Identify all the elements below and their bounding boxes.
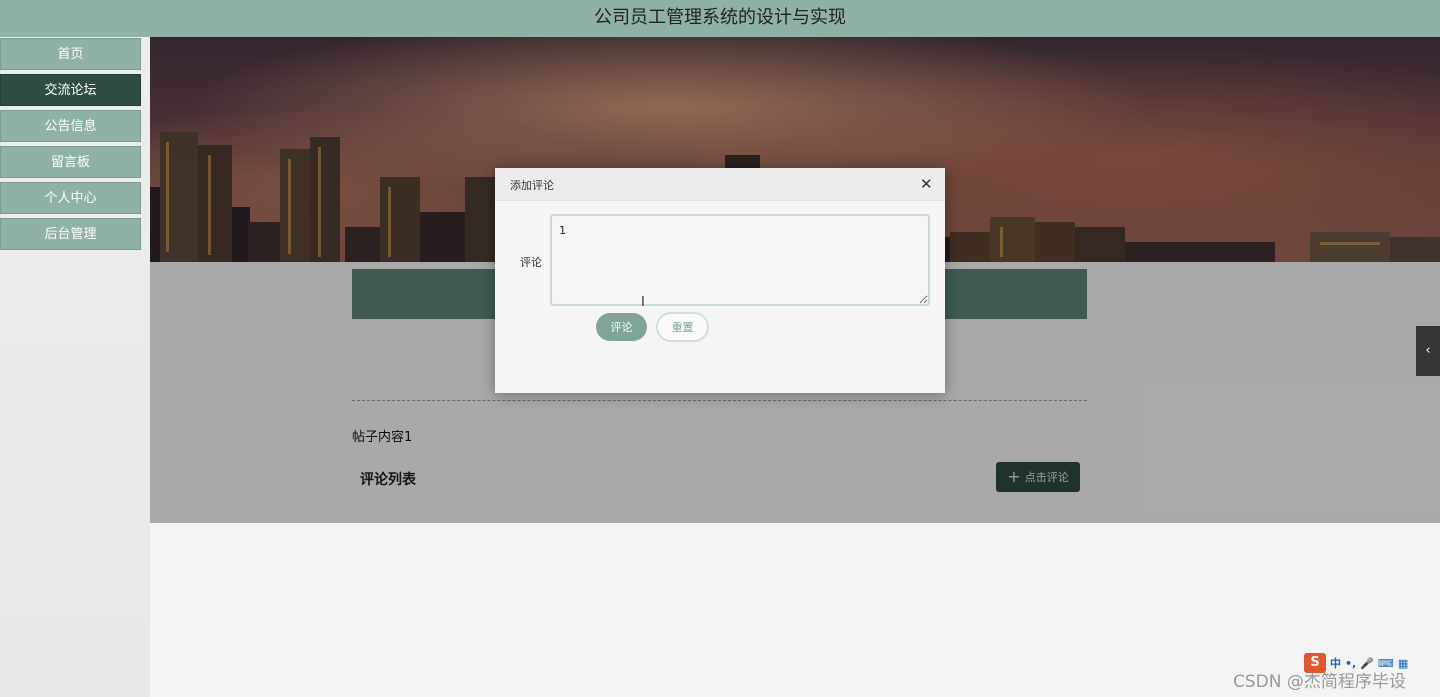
watermark: CSDN @杰简程序毕设: [1233, 672, 1406, 692]
sidebar-item-message-board[interactable]: 留言板: [0, 146, 141, 178]
comment-textarea[interactable]: 1: [550, 214, 930, 306]
add-comment-dialog: 添加评论 ✕ 评论 1 评论 重置: [495, 168, 945, 393]
comment-field-label: 评论: [520, 256, 542, 269]
dialog-title: 添加评论: [510, 179, 554, 192]
sidebar-item-admin[interactable]: 后台管理: [0, 218, 141, 250]
sidebar: 首页 交流论坛 公告信息 留言板 个人中心 后台管理: [0, 37, 150, 697]
submit-comment-button[interactable]: 评论: [596, 313, 647, 341]
sidebar-item-forum[interactable]: 交流论坛: [0, 74, 141, 106]
chevron-left-icon[interactable]: ‹: [1416, 326, 1440, 376]
close-icon[interactable]: ✕: [920, 175, 933, 193]
reset-button[interactable]: 重置: [656, 312, 709, 342]
sidebar-item-home[interactable]: 首页: [0, 38, 141, 70]
sidebar-item-personal-center[interactable]: 个人中心: [0, 182, 141, 214]
dialog-header: 添加评论 ✕: [495, 168, 945, 201]
text-cursor-icon: I: [641, 295, 645, 310]
app-title: 公司员工管理系统的设计与实现: [0, 0, 1440, 38]
sidebar-item-announcements[interactable]: 公告信息: [0, 110, 141, 142]
